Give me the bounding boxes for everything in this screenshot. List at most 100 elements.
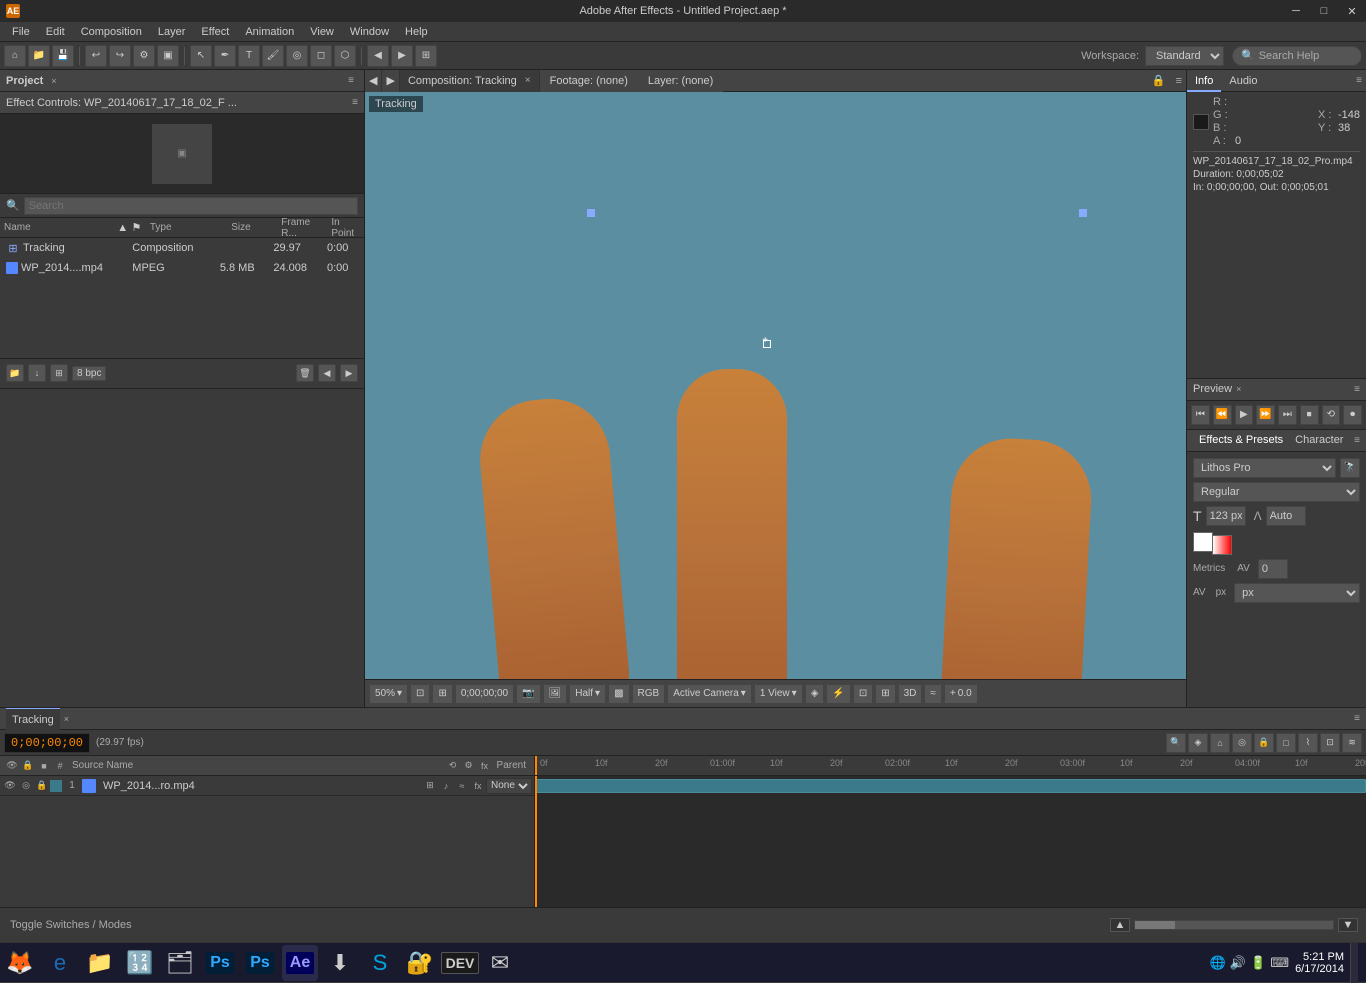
preview-play[interactable]: ▶ (1235, 405, 1254, 425)
delete-btn[interactable]: 🗑 (296, 364, 314, 382)
toggle-switches-btn[interactable]: Toggle Switches / Modes (0, 919, 142, 931)
toolbar-paint[interactable]: 🖌 (262, 45, 284, 67)
time-ruler[interactable]: 0f 10f 20f 01:00f 10f 20f 02:00f 10f 20f… (535, 756, 1366, 776)
toolbar-stamp[interactable]: ◎ (286, 45, 308, 67)
tracking-value[interactable] (1258, 559, 1288, 579)
menu-composition[interactable]: Composition (73, 22, 150, 42)
workspace-dropdown[interactable]: Standard (1145, 46, 1224, 66)
footage-tab[interactable]: Footage: (none) (540, 70, 638, 92)
sound-icon[interactable]: 🔊 (1230, 955, 1246, 971)
tl-graph-editor[interactable]: ⌇ (1298, 733, 1318, 753)
preview-first-frame[interactable]: ⏮ (1191, 405, 1210, 425)
fast-preview-btn[interactable]: ⚡ (826, 684, 850, 704)
toolbar-select[interactable]: ↖ (190, 45, 212, 67)
project-row-tracking[interactable]: ⊞ Tracking Composition 29.97 0:00 (0, 238, 364, 258)
safe-zones-btn[interactable]: ⊞ (432, 684, 452, 704)
fit-btn[interactable]: ⊡ (410, 684, 430, 704)
menu-animation[interactable]: Animation (237, 22, 302, 42)
show-desktop-btn[interactable] (1350, 943, 1358, 983)
menu-effect[interactable]: Effect (193, 22, 237, 42)
layer-enable-icon[interactable]: ⊞ (422, 778, 438, 794)
taskbar-devtools[interactable]: DEV (442, 945, 478, 981)
nav-arrow-down[interactable]: ▼ (1338, 918, 1358, 932)
project-search-input[interactable] (24, 197, 358, 215)
effect-panel-menu[interactable]: ≡ (352, 97, 358, 108)
eye-icon-layer1[interactable]: 👁 (2, 778, 18, 794)
toolbar-roto[interactable]: ⬡ (334, 45, 356, 67)
quality-dropdown[interactable]: Half ▾ (569, 684, 606, 704)
new-comp-btn[interactable]: ⊞ (50, 364, 68, 382)
tl-lock[interactable]: 🔒 (1254, 733, 1274, 753)
preview-back[interactable]: ⏪ (1213, 405, 1232, 425)
taskbar-explorer[interactable]: 🗂 (162, 945, 198, 981)
leading-input[interactable] (1266, 506, 1306, 526)
scroll-right[interactable]: ▶ (340, 364, 358, 382)
tab-character[interactable]: Character (1289, 429, 1349, 451)
layer-audio-icon[interactable]: ♪ (438, 778, 454, 794)
timeline-menu[interactable]: ≡ (1354, 713, 1360, 724)
close-button[interactable]: ✕ (1338, 0, 1366, 22)
preview-last-frame[interactable]: ⏭ (1278, 405, 1297, 425)
channel-display[interactable]: RGB (632, 684, 666, 704)
menu-help[interactable]: Help (397, 22, 436, 42)
battery-icon[interactable]: 🔋 (1250, 955, 1266, 971)
tab-audio[interactable]: Audio (1221, 70, 1265, 92)
layer-motion-blur[interactable]: ≈ (454, 778, 470, 794)
taskbar-vpn[interactable]: 🔐 (402, 945, 438, 981)
fill-color-box[interactable] (1193, 532, 1213, 552)
lock-btn-layer1[interactable]: 🔒 (34, 778, 50, 794)
toolbar-save[interactable]: 💾 (52, 45, 74, 67)
comp-options-btn[interactable]: ⊞ (875, 684, 895, 704)
tab-effects-presets[interactable]: Effects & Presets (1193, 429, 1289, 451)
preview-stop[interactable]: ⏹ (1300, 405, 1319, 425)
taskbar-aftereffects[interactable]: Ae (282, 945, 318, 981)
preview-loop[interactable]: ⟲ (1322, 405, 1341, 425)
comp-tab-right-arrow[interactable]: ▶ (382, 70, 399, 92)
comp-tab-close[interactable]: × (525, 75, 531, 86)
layer-parent-select[interactable]: None (486, 778, 532, 794)
toolbar-nav-fwd[interactable]: ▶ (391, 45, 413, 67)
show-snapshot-btn[interactable]: 🖼 (543, 684, 568, 704)
unit-select[interactable]: px (1234, 583, 1360, 603)
menu-file[interactable]: File (4, 22, 38, 42)
new-folder-btn[interactable]: 📁 (6, 364, 24, 382)
layer-fx-icon[interactable]: fx (470, 778, 486, 794)
effects-panel-menu[interactable]: ≡ (1354, 435, 1360, 446)
time-code[interactable]: 0;00;00;00 (455, 684, 514, 704)
3d-renderer-btn[interactable]: 3D (898, 684, 923, 704)
taskbar-ie[interactable]: e (42, 945, 78, 981)
timeline-tab-close[interactable]: × (64, 714, 69, 724)
toolbar-snap[interactable]: ⊞ (415, 45, 437, 67)
timeline-time-display[interactable]: 0;00;00;00 (4, 733, 90, 753)
scroll-left[interactable]: ◀ (318, 364, 336, 382)
zoom-dropdown-icon[interactable]: ▾ (397, 688, 402, 699)
viewer-lock-icon[interactable]: 🔒 (1146, 74, 1172, 87)
font-style-select[interactable]: Regular (1193, 482, 1360, 502)
col-header-sort[interactable]: ▲ (117, 222, 131, 234)
maximize-button[interactable]: □ (1310, 0, 1338, 22)
taskbar-photoshop2[interactable]: Ps (242, 945, 278, 981)
menu-edit[interactable]: Edit (38, 22, 73, 42)
toolbar-settings[interactable]: ⚙ (133, 45, 155, 67)
taskbar-matlab[interactable]: 🔢 (122, 945, 158, 981)
tl-render-queue[interactable]: ⊡ (1320, 733, 1340, 753)
menu-window[interactable]: Window (342, 22, 397, 42)
toolbar-render[interactable]: ▣ (157, 45, 179, 67)
menu-layer[interactable]: Layer (150, 22, 194, 42)
timeline-scrollbar[interactable] (1134, 920, 1334, 930)
snapshot-btn[interactable]: 📷 (516, 684, 540, 704)
toolbar-undo[interactable]: ↩ (85, 45, 107, 67)
keyboard-icon[interactable]: ⌨ (1270, 955, 1289, 971)
tab-info[interactable]: Info (1187, 70, 1221, 92)
taskbar-utorrent[interactable]: ⬇ (322, 945, 358, 981)
view-count-dropdown[interactable]: 1 View ▾ (754, 684, 803, 704)
label-layer1[interactable] (50, 780, 62, 792)
eyedropper-icon[interactable]: 🔭 (1340, 458, 1360, 478)
comp-tab-tracking[interactable]: Composition: Tracking × (400, 70, 540, 92)
menu-view[interactable]: View (302, 22, 342, 42)
preview-menu[interactable]: ≡ (1354, 384, 1360, 395)
project-row-footage[interactable]: WP_2014....mp4 MPEG 5.8 MB 24.008 0:00 (0, 258, 364, 278)
tl-shy-layers[interactable]: ⌂ (1210, 733, 1230, 753)
layer-tab[interactable]: Layer: (none) (638, 70, 723, 92)
motion-blur-btn[interactable]: ≈ (924, 684, 942, 704)
